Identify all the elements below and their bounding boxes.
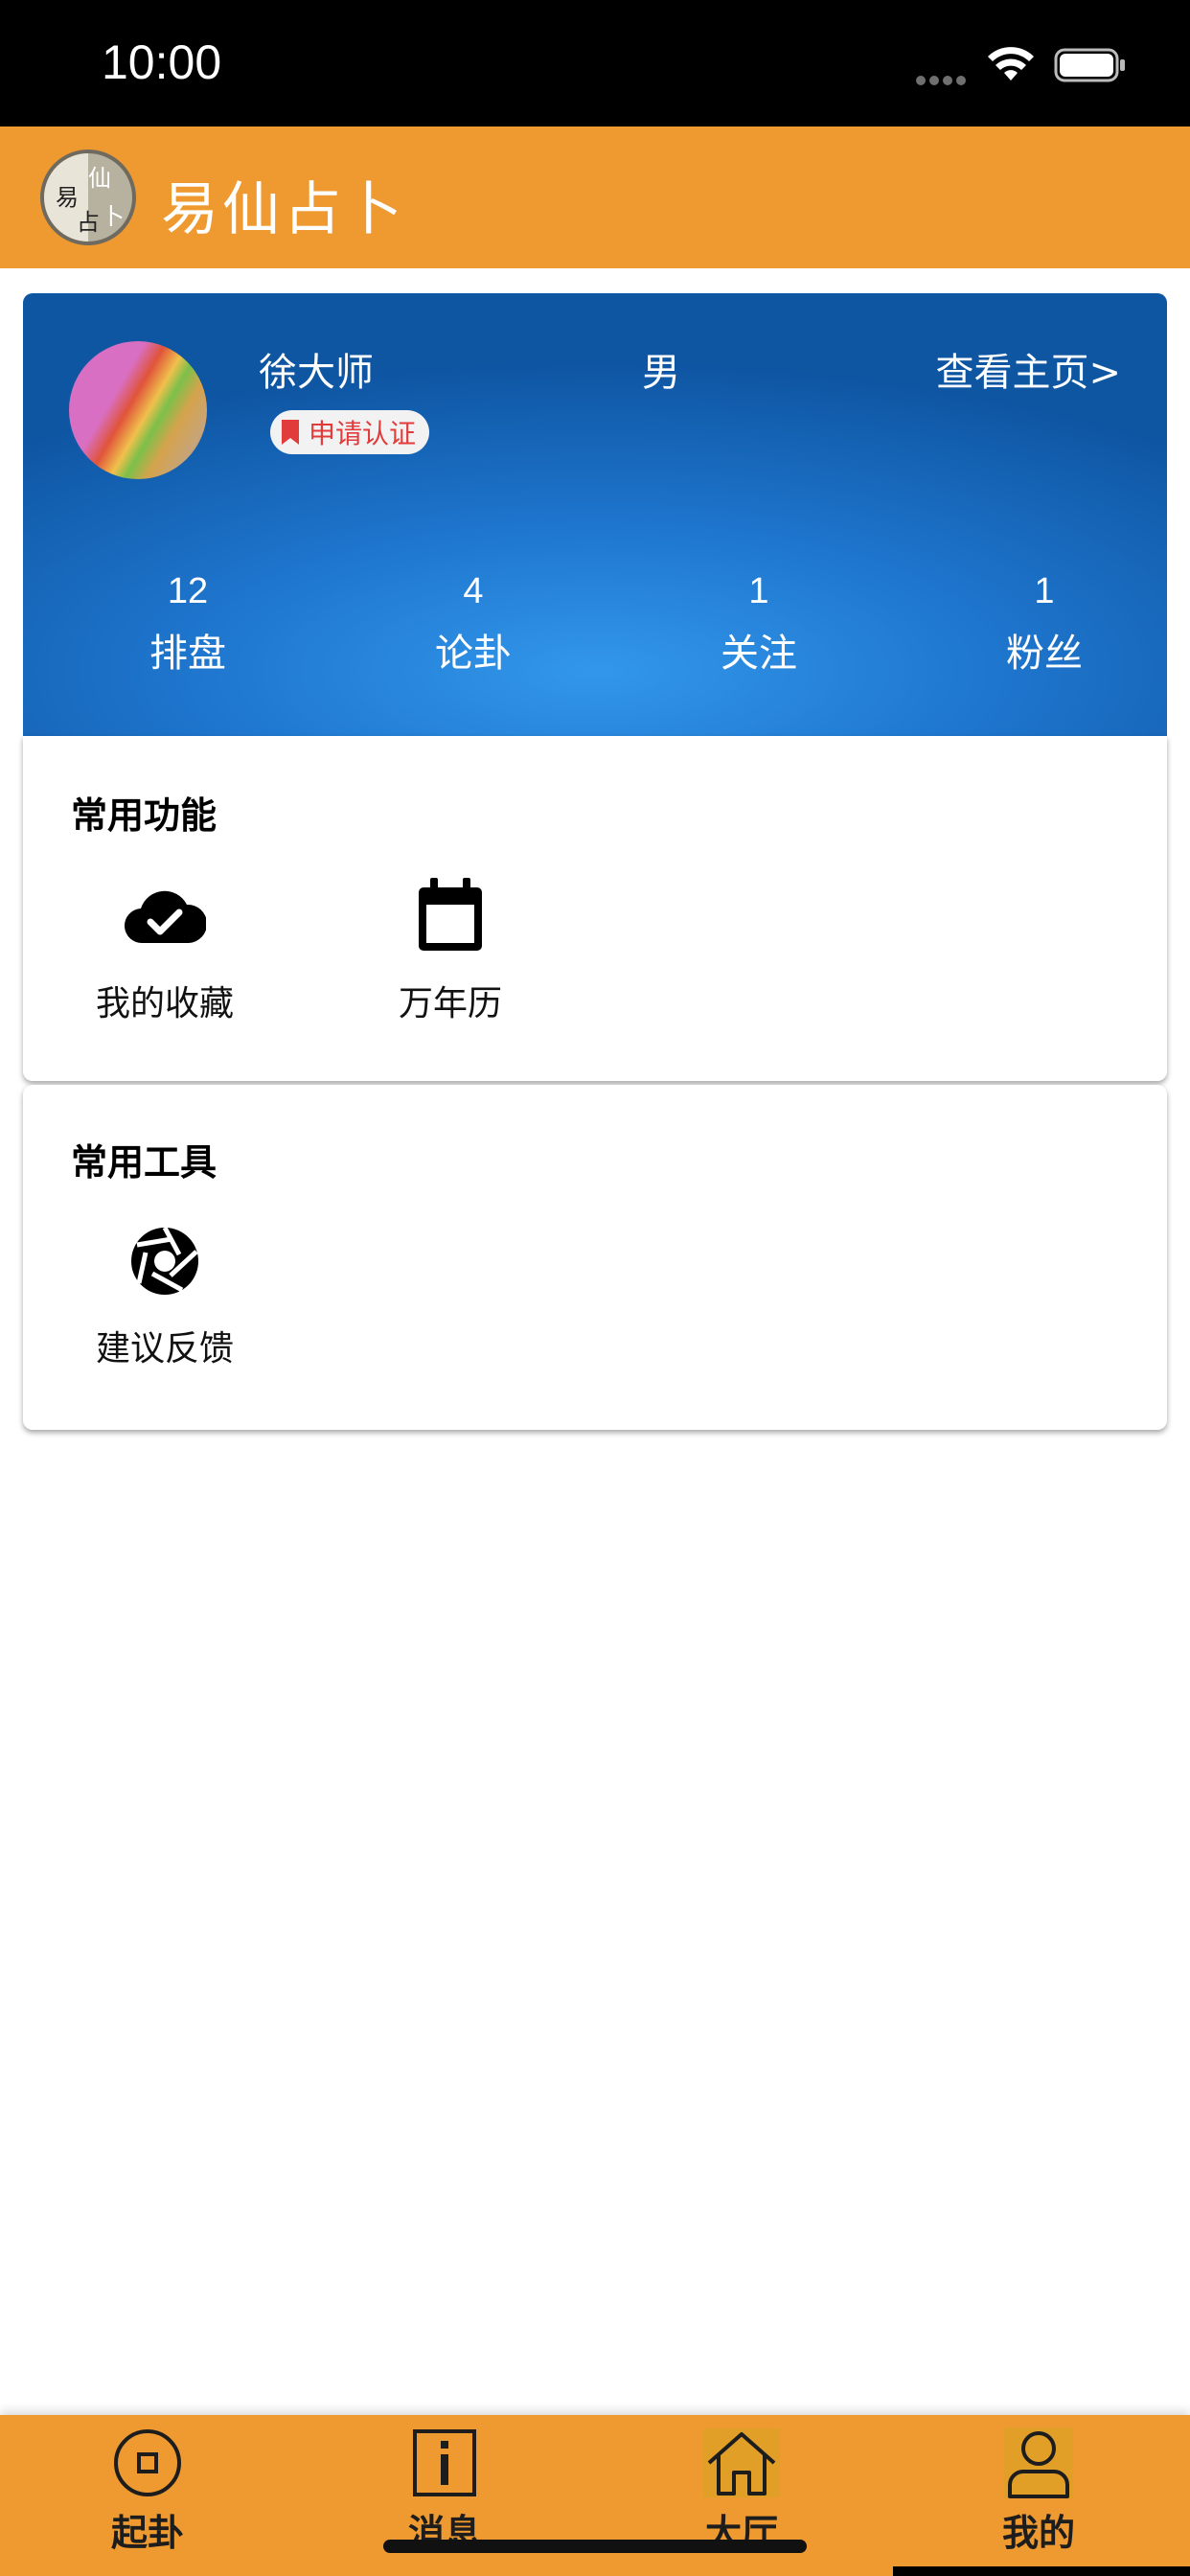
stat-value: 1 [748,571,769,611]
apply-certification-label: 申请认证 [309,418,417,449]
logo-char: 卜 [102,203,125,230]
logo-char: 易 [56,184,79,211]
status-time: 10:00 [102,35,222,89]
stat-label: 论卦 [435,632,512,676]
coin-icon [114,2429,181,2496]
stat-value: 4 [463,571,484,611]
status-bar: 10:00 [0,0,1190,126]
feature-label: 万年历 [398,984,502,1024]
cellular-signal-icon [916,71,970,85]
app-header: 易 仙 占 卜 易仙占卜 [0,126,1190,268]
stat-following[interactable]: 1 关注 [663,571,855,678]
section-title: 常用功能 [71,794,217,837]
stat-value: 12 [167,571,209,611]
nav-label: 起卦 [110,2512,184,2554]
common-tools-card: 常用工具 建议反馈 [23,1085,1167,1430]
feedback-button[interactable]: 建议反馈 [59,1221,270,1370]
bookmark-icon [282,420,299,445]
stat-followers[interactable]: 1 粉丝 [949,571,1140,678]
stat-label: 关注 [721,632,797,676]
person-icon [1004,2427,1073,2498]
logo-char: 占 [77,209,100,236]
logo-char: 仙 [88,165,111,192]
calendar-icon [419,878,482,951]
stat-paipan[interactable]: 12 排盘 [92,571,284,678]
tab-hall[interactable]: 大厅 [646,2425,837,2556]
tab-messages[interactable]: 消息 [349,2425,540,2556]
gender-label: 男 [642,351,680,395]
avatar[interactable] [69,341,207,479]
home-icon [703,2428,780,2497]
feature-label: 我的收藏 [95,984,234,1024]
feature-label: 建议反馈 [95,1329,234,1368]
wifi-icon [988,47,1034,80]
apply-certification-button[interactable]: 申请认证 [270,410,430,454]
stat-lungua[interactable]: 4 论卦 [378,571,569,678]
common-functions-card: 常用功能 我的收藏 万年历 [23,736,1167,1081]
username: 徐大师 [259,351,374,395]
active-tab-indicator [893,2566,1190,2576]
stat-value: 1 [1034,571,1055,611]
app-logo: 易 仙 占 卜 [40,150,136,245]
profile-card: 徐大师 男 查看主页> 申请认证 12 排盘 4 论卦 1 关注 1 粉丝 [23,293,1167,738]
battery-icon [1054,48,1125,82]
info-icon [413,2429,476,2496]
my-favorites-button[interactable]: 我的收藏 [59,876,270,1025]
section-title: 常用工具 [71,1141,217,1184]
nav-label: 我的 [1001,2512,1075,2554]
cloud-check-icon [124,890,206,944]
app-title: 易仙占卜 [161,176,406,243]
tab-divination[interactable]: 起卦 [52,2425,243,2556]
home-indicator[interactable] [383,2540,807,2553]
calendar-button[interactable]: 万年历 [345,876,556,1025]
view-homepage-link[interactable]: 查看主页> [935,341,1121,397]
stat-label: 粉丝 [1006,632,1083,676]
tab-mine[interactable]: 我的 [943,2425,1134,2556]
aperture-icon [131,1226,198,1295]
stat-label: 排盘 [149,632,226,676]
